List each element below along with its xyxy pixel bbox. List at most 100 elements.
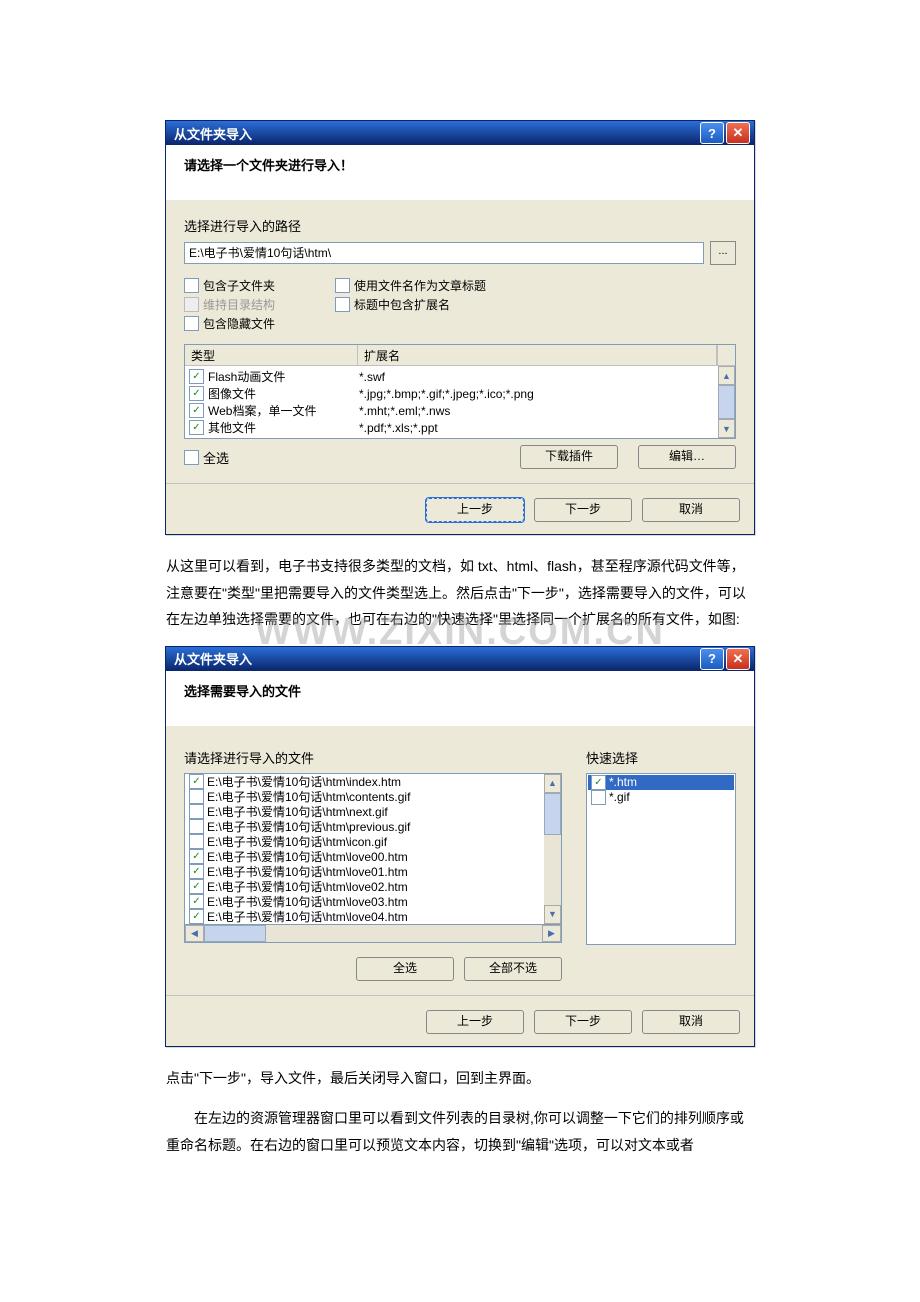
checkbox-label: 包含隐藏文件 xyxy=(203,315,275,332)
file-row[interactable]: ✓E:\电子书\爱情10句话\htm\love03.htm xyxy=(185,894,544,909)
file-name: E:\电子书\爱情10句话\htm\love05.htm xyxy=(207,923,408,924)
scroll-down-icon[interactable]: ▼ xyxy=(544,905,561,924)
checkbox-icon[interactable]: ✓ xyxy=(189,864,204,879)
scroll-right-icon[interactable]: ▶ xyxy=(542,925,561,942)
quickselect-row[interactable]: ✓*.htm xyxy=(588,775,734,790)
checkbox-icon[interactable] xyxy=(184,450,199,465)
checkbox-icon[interactable]: ✓ xyxy=(189,774,204,789)
checkbox-icon[interactable]: ✓ xyxy=(189,403,204,418)
scroll-up-icon[interactable]: ▲ xyxy=(718,366,735,385)
file-row[interactable]: ✓E:\电子书\爱情10句话\htm\love00.htm xyxy=(185,849,544,864)
file-row[interactable]: E:\电子书\爱情10句话\htm\contents.gif xyxy=(185,789,544,804)
next-button[interactable]: 下一步 xyxy=(534,498,632,522)
titlebar[interactable]: 从文件夹导入 ? ✕ xyxy=(166,121,754,145)
wizard-heading: 选择需要导入的文件 xyxy=(166,671,754,726)
paragraph-1: 从这里可以看到，电子书支持很多类型的文档，如 txt、html、flash，甚至… xyxy=(166,553,754,633)
browse-button[interactable]: ... xyxy=(710,241,736,265)
file-row[interactable]: ✓E:\电子书\爱情10句话\htm\love02.htm xyxy=(185,879,544,894)
checkbox-icon[interactable] xyxy=(189,819,204,834)
prev-button[interactable]: 上一步 xyxy=(426,1010,524,1034)
quickselect-listbox[interactable]: ✓*.htm*.gif xyxy=(586,773,736,945)
path-label: 选择进行导入的路径 xyxy=(184,216,736,235)
checkbox-icon[interactable]: ✓ xyxy=(591,775,606,790)
ext-label: *.htm xyxy=(609,775,637,789)
prev-button[interactable]: 上一步 xyxy=(426,498,524,522)
scroll-up-icon[interactable]: ▲ xyxy=(544,774,561,793)
scroll-track[interactable] xyxy=(266,925,542,942)
close-icon[interactable]: ✕ xyxy=(726,122,750,144)
option-right-0[interactable]: 使用文件名作为文章标题 xyxy=(335,277,486,294)
scroll-thumb[interactable] xyxy=(544,793,561,835)
vertical-scrollbar[interactable]: ▲ ▼ xyxy=(718,366,735,438)
option-right-1[interactable]: 标题中包含扩展名 xyxy=(335,296,486,313)
file-name: E:\电子书\爱情10句话\htm\love04.htm xyxy=(207,908,408,924)
checkbox-icon[interactable] xyxy=(591,790,606,805)
checkbox-icon[interactable] xyxy=(335,278,350,293)
col-type[interactable]: 类型 xyxy=(185,345,358,365)
col-ext[interactable]: 扩展名 xyxy=(358,345,717,365)
checkbox-icon[interactable] xyxy=(189,834,204,849)
type-row[interactable]: ✓Flash动画文件*.swf xyxy=(185,368,718,385)
horizontal-scrollbar[interactable]: ◀ ▶ xyxy=(184,925,562,943)
type-row[interactable]: ✓其他文件*.pdf;*.xls;*.ppt xyxy=(185,419,718,436)
type-row[interactable]: ✓Web档案，单一文件*.mht;*.eml;*.nws xyxy=(185,402,718,419)
checkbox-icon[interactable]: ✓ xyxy=(189,386,204,401)
checkbox-label: 包含子文件夹 xyxy=(203,277,275,294)
scroll-thumb[interactable] xyxy=(204,925,266,942)
quickselect-row[interactable]: *.gif xyxy=(588,790,734,805)
file-row[interactable]: ✓E:\电子书\爱情10句话\htm\love01.htm xyxy=(185,864,544,879)
ext-label: *.jpg;*.bmp;*.gif;*.jpeg;*.ico;*.png xyxy=(359,387,714,401)
checkbox-icon[interactable]: ✓ xyxy=(189,909,204,924)
dialog-body: 选择进行导入的路径 E:\电子书\爱情10句话\htm\ ... 包含子文件夹维… xyxy=(166,200,754,483)
vertical-scrollbar[interactable]: ▲ ▼ xyxy=(544,774,561,924)
file-list-label: 请选择进行导入的文件 xyxy=(184,748,562,767)
download-plugin-button[interactable]: 下载插件 xyxy=(520,445,618,469)
wizard-footer: 上一步 下一步 取消 xyxy=(166,483,754,534)
checkbox-icon[interactable]: ✓ xyxy=(189,369,204,384)
file-row[interactable]: E:\电子书\爱情10句话\htm\previous.gif xyxy=(185,819,544,834)
select-all-checkbox[interactable]: 全选 xyxy=(184,448,520,467)
deselect-all-button[interactable]: 全部不选 xyxy=(464,957,562,981)
checkbox-icon xyxy=(184,297,199,312)
file-row[interactable]: ✓E:\电子书\爱情10句话\htm\love04.htm xyxy=(185,909,544,924)
scroll-track[interactable] xyxy=(544,835,561,905)
cancel-button[interactable]: 取消 xyxy=(642,1010,740,1034)
checkbox-icon[interactable]: ✓ xyxy=(189,879,204,894)
checkbox-icon[interactable] xyxy=(184,316,199,331)
next-button[interactable]: 下一步 xyxy=(534,1010,632,1034)
file-row[interactable]: E:\电子书\爱情10句话\htm\icon.gif xyxy=(185,834,544,849)
type-row[interactable]: ✓图像文件*.jpg;*.bmp;*.gif;*.jpeg;*.ico;*.pn… xyxy=(185,385,718,402)
type-listview: 类型 扩展名 ✓Flash动画文件*.swf✓图像文件*.jpg;*.bmp;*… xyxy=(184,344,736,439)
option-left-0[interactable]: 包含子文件夹 xyxy=(184,277,275,294)
help-icon[interactable]: ? xyxy=(700,648,724,670)
select-all-label: 全选 xyxy=(203,448,229,467)
scroll-left-icon[interactable]: ◀ xyxy=(185,925,204,942)
quickselect-label: 快速选择 xyxy=(586,748,736,767)
path-input[interactable]: E:\电子书\爱情10句话\htm\ xyxy=(184,242,704,264)
checkbox-icon[interactable] xyxy=(335,297,350,312)
file-row[interactable]: ✓E:\电子书\爱情10句话\htm\index.htm xyxy=(185,774,544,789)
wizard-heading: 请选择一个文件夹进行导入！ xyxy=(166,145,754,200)
paragraph-2: 点击"下一步"，导入文件，最后关闭导入窗口，回到主界面。 xyxy=(166,1065,754,1092)
file-row[interactable]: E:\电子书\爱情10句话\htm\next.gif xyxy=(185,804,544,819)
ext-label: *.pdf;*.xls;*.ppt xyxy=(359,421,714,435)
select-all-button[interactable]: 全选 xyxy=(356,957,454,981)
file-listbox[interactable]: ✓E:\电子书\爱情10句话\htm\index.htmE:\电子书\爱情10句… xyxy=(184,773,562,925)
checkbox-icon[interactable] xyxy=(189,804,204,819)
scroll-thumb[interactable] xyxy=(718,385,735,419)
wizard-footer: 上一步 下一步 取消 xyxy=(166,995,754,1046)
checkbox-icon[interactable]: ✓ xyxy=(189,849,204,864)
cancel-button[interactable]: 取消 xyxy=(642,498,740,522)
ext-label: *.mht;*.eml;*.nws xyxy=(359,404,714,418)
checkbox-icon[interactable] xyxy=(189,789,204,804)
option-left-2[interactable]: 包含隐藏文件 xyxy=(184,315,275,332)
dialog-body: 请选择进行导入的文件 ✓E:\电子书\爱情10句话\htm\index.htmE… xyxy=(166,726,754,995)
checkbox-icon[interactable] xyxy=(184,278,199,293)
edit-button[interactable]: 编辑… xyxy=(638,445,736,469)
help-icon[interactable]: ? xyxy=(700,122,724,144)
close-icon[interactable]: ✕ xyxy=(726,648,750,670)
scroll-down-icon[interactable]: ▼ xyxy=(718,419,735,438)
checkbox-icon[interactable]: ✓ xyxy=(189,894,204,909)
checkbox-icon[interactable]: ✓ xyxy=(189,420,204,435)
titlebar[interactable]: 从文件夹导入 ? ✕ xyxy=(166,647,754,671)
